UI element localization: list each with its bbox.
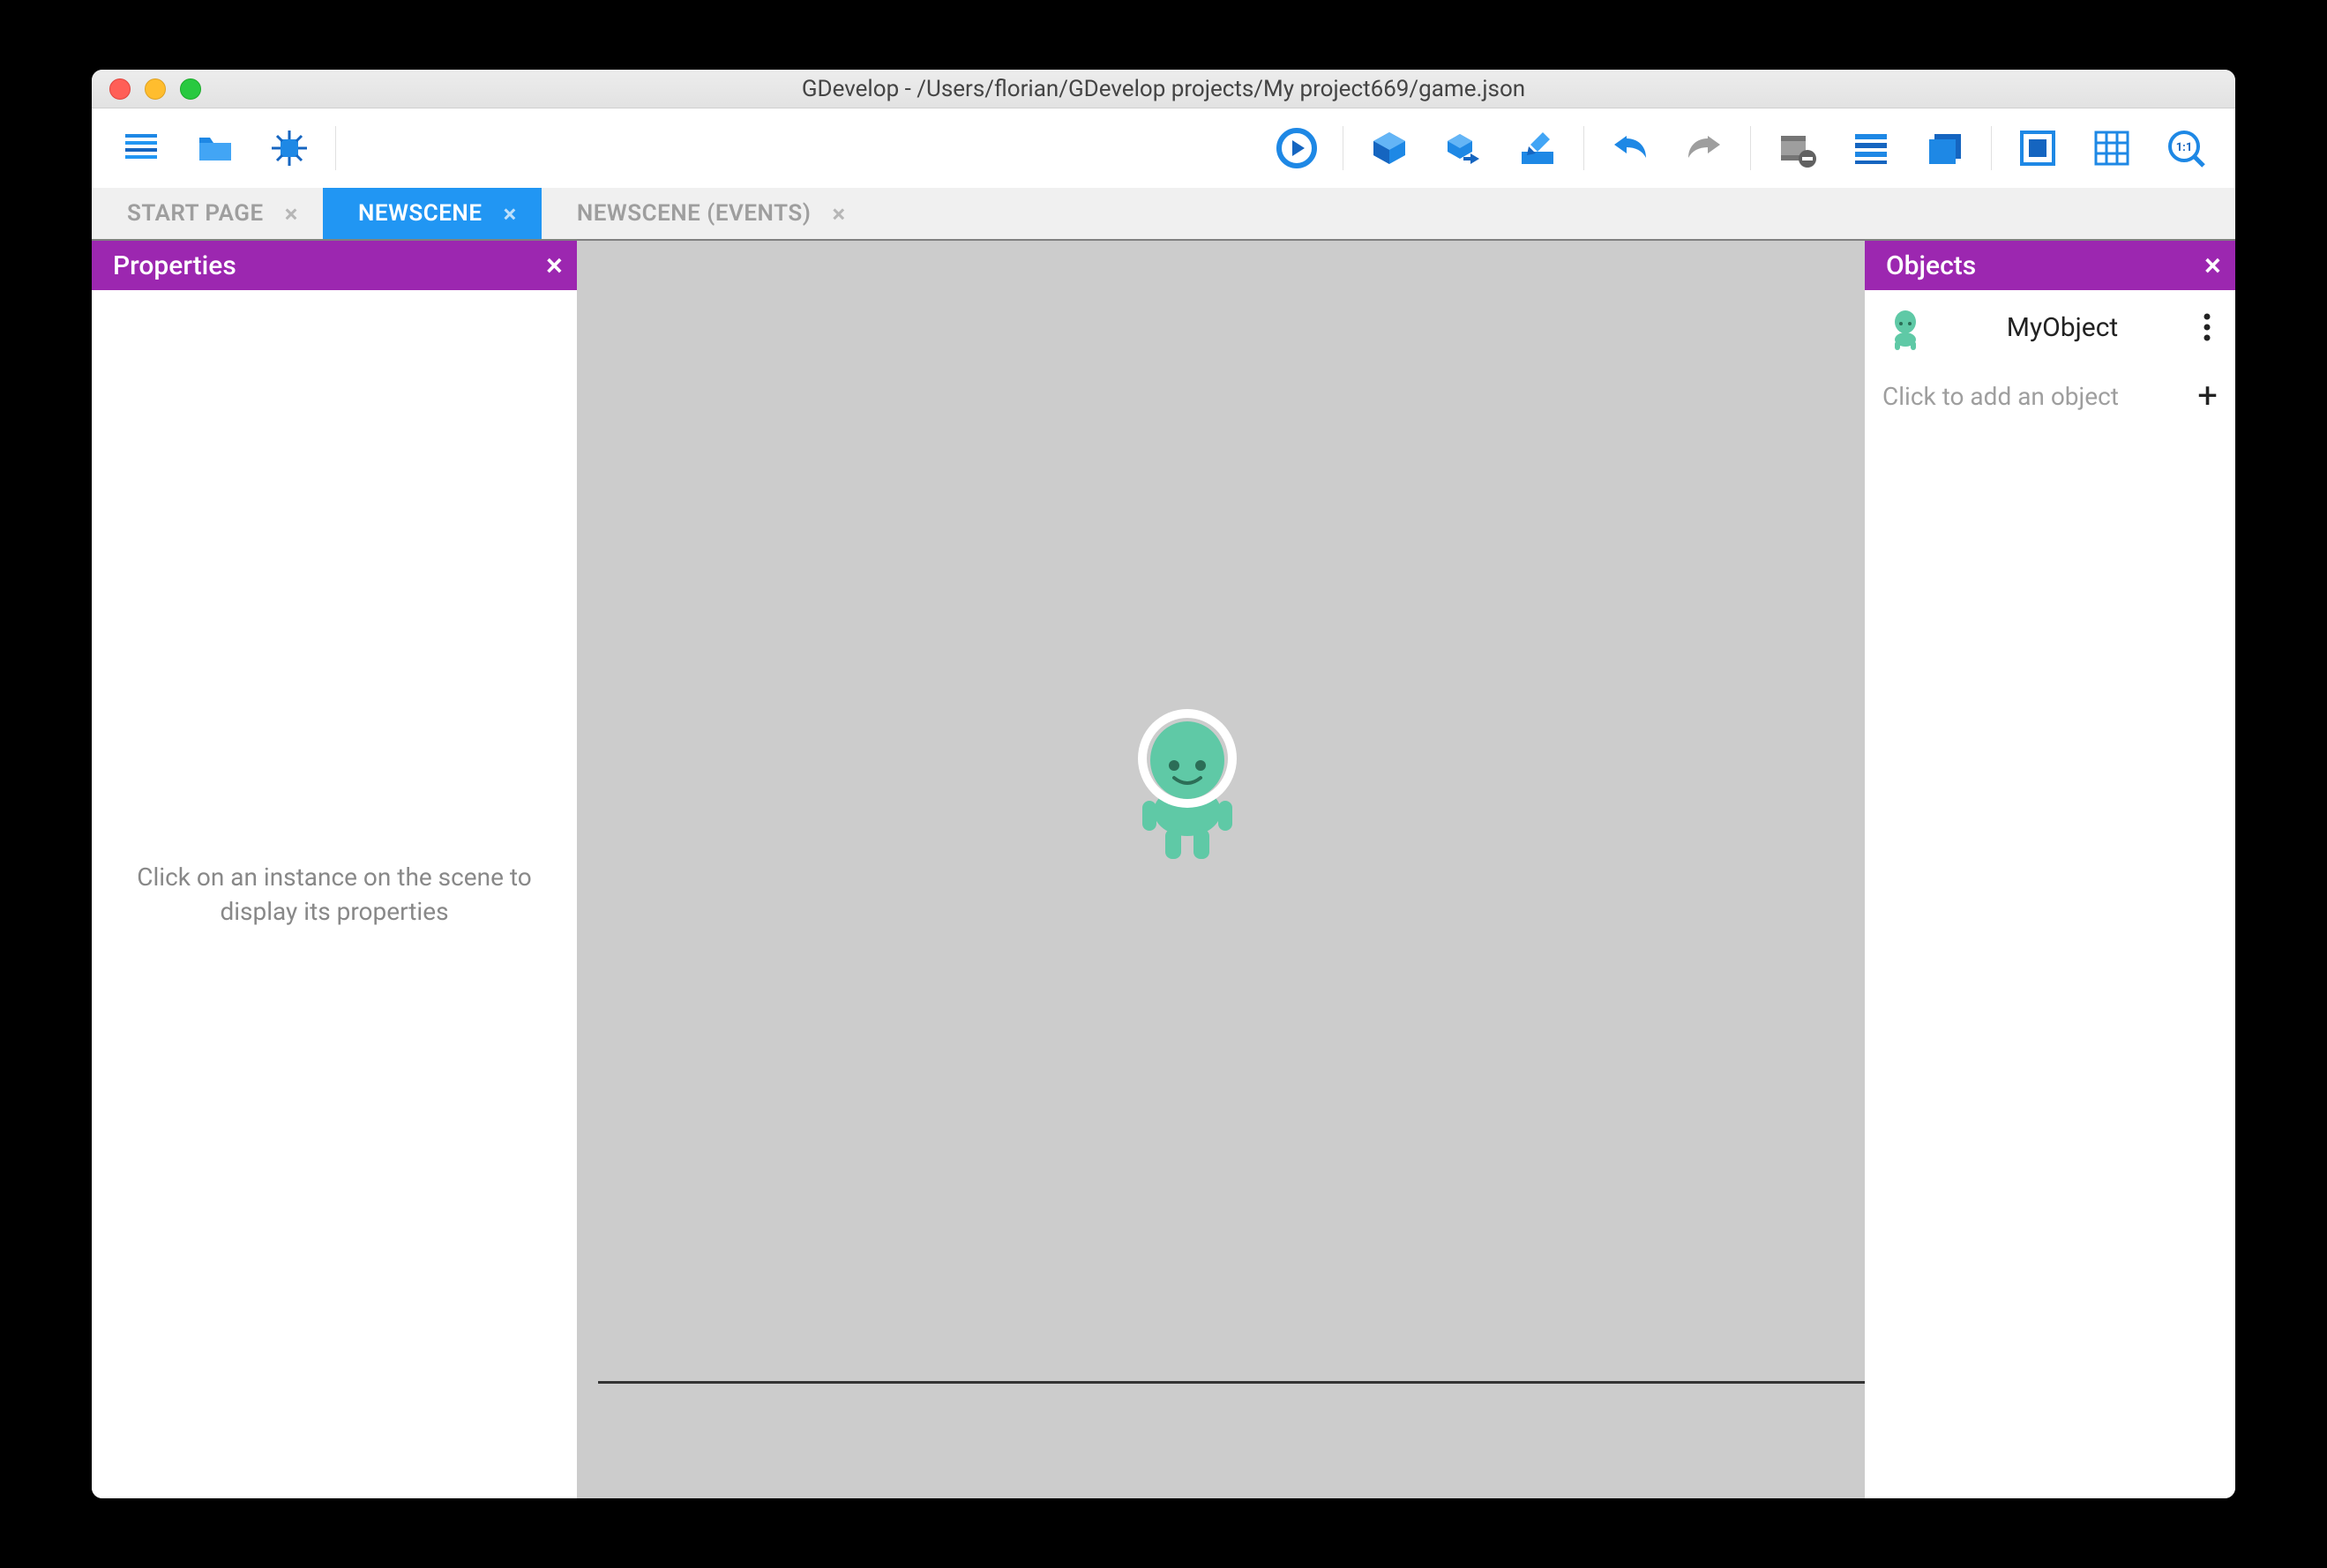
alien-sprite-icon [1130,697,1245,864]
panel-title: Objects [1886,250,1976,281]
add-instance-button[interactable] [1428,117,1499,179]
toggle-grid-button[interactable] [2076,117,2147,179]
kebab-icon [2204,313,2211,341]
objects-panel: Objects × [1865,241,2235,1498]
toolbar-separator [335,126,336,170]
window-title: GDevelop - /Users/florian/GDevelop proje… [92,76,2235,102]
tab-label: NEWSCENE [358,200,482,227]
svg-text:1:1: 1:1 [2176,141,2193,154]
undo-icon [1609,127,1651,169]
close-tab-icon[interactable]: × [504,199,517,228]
minimize-window-button[interactable] [145,78,166,100]
objects-panel-header: Objects × [1865,241,2235,290]
properties-panel-body: Click on an instance on the scene to dis… [92,290,577,1498]
close-panel-icon[interactable]: × [2204,250,2221,281]
close-window-button[interactable] [109,78,131,100]
object-list-item[interactable]: MyObject [1865,290,2235,364]
debug-button[interactable] [254,117,325,179]
plus-icon: + [2197,378,2218,414]
main-area: Properties × Click on an instance on the… [92,239,2235,1498]
instances-list-button[interactable] [1910,117,1980,179]
object-menu-button[interactable] [2196,313,2218,341]
add-object-row[interactable]: Click to add an object + [1865,364,2235,428]
toolbar: 1:1 [92,108,2235,188]
cube-icon [1368,127,1410,169]
scene-canvas-wrap [577,241,1865,1498]
windowstack-icon [1924,127,1966,169]
lines-icon [1850,127,1892,169]
close-panel-icon[interactable]: × [546,250,563,281]
titlebar: GDevelop - /Users/florian/GDevelop proje… [92,70,2235,108]
redo-icon [1683,127,1725,169]
maximize-window-button[interactable] [180,78,201,100]
redo-button[interactable] [1669,117,1740,179]
play-icon [1276,127,1318,169]
film-minus-icon [1776,127,1818,169]
project-manager-button[interactable] [106,117,176,179]
close-tab-icon[interactable]: × [832,199,845,228]
panel-title: Properties [113,250,236,281]
mask-icon [2016,127,2059,169]
add-object-button[interactable] [1354,117,1425,179]
object-thumbnail [1882,304,1928,350]
play-button[interactable] [1261,117,1332,179]
toolbar-separator [1583,126,1584,170]
properties-panel: Properties × Click on an instance on the… [92,241,577,1498]
add-object-label: Click to add an object [1882,382,2180,411]
list-icon [120,127,162,169]
delete-button[interactable] [1762,117,1832,179]
tab-start-page[interactable]: START PAGE × [92,188,323,239]
app-window: GDevelop - /Users/florian/GDevelop proje… [92,70,2235,1498]
toolbar-separator [1750,126,1751,170]
alien-thumb-icon [1882,304,1928,350]
objects-panel-body: MyObject Click to add an object + [1865,290,2235,1498]
tab-newscene-events[interactable]: NEWSCENE (EVENTS) × [542,188,871,239]
toggle-mask-button[interactable] [2002,117,2073,179]
folder-icon [194,127,236,169]
tab-newscene[interactable]: NEWSCENE × [323,188,542,239]
close-tab-icon[interactable]: × [285,199,298,228]
scene-instance-myobject[interactable] [1130,697,1245,868]
scene-canvas[interactable] [598,241,1865,1384]
edit-button[interactable] [1502,117,1573,179]
chip-icon [268,127,311,169]
open-project-button[interactable] [180,117,251,179]
undo-button[interactable] [1595,117,1665,179]
properties-placeholder: Click on an instance on the scene to dis… [92,290,577,1498]
grid-icon [2091,127,2133,169]
cube-arrow-icon [1442,127,1485,169]
zoom-reset-button[interactable]: 1:1 [2151,117,2221,179]
window-controls [92,78,201,100]
tabs-bar: START PAGE × NEWSCENE × NEWSCENE (EVENTS… [92,188,2235,239]
tab-label: NEWSCENE (EVENTS) [577,200,811,227]
zoom-11-icon: 1:1 [2165,127,2207,169]
properties-panel-header: Properties × [92,241,577,290]
pencil-icon [1516,127,1559,169]
object-name-label: MyObject [1946,312,2179,343]
tab-label: START PAGE [127,200,264,227]
toolbar-separator [1991,126,1992,170]
layers-button[interactable] [1836,117,1906,179]
